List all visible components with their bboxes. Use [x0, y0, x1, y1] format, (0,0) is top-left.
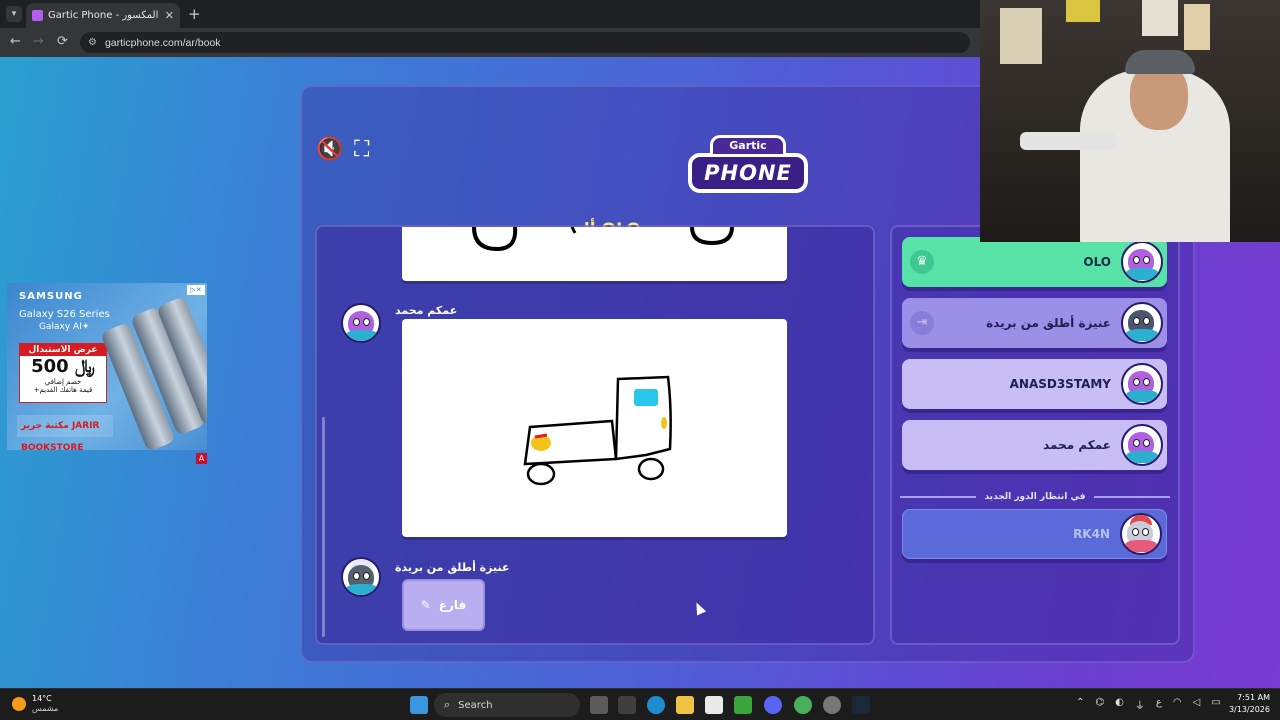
samsung-ad-banner[interactable]: ▷✕ SAMSUNG Galaxy S26 Series Galaxy AI✦ … — [7, 283, 207, 450]
ad-price: 500 ﷼ — [31, 356, 95, 377]
browser-tab-strip: ▾ Gartic Phone - الهاتف المكسور ✕ + — [0, 0, 980, 28]
tab-title: Gartic Phone - الهاتف المكسور — [48, 10, 160, 21]
player-avatar — [1121, 302, 1163, 344]
kick-player-icon[interactable]: ⇥ — [910, 311, 934, 335]
waiting-label: في انتظار الدور الجديد — [984, 492, 1086, 502]
truck-drawing-svg — [523, 375, 672, 486]
language-indicator[interactable]: ع — [1156, 697, 1162, 712]
address-bar-row: ← → ⟳ ⚙ garticphone.com/ar/book — [0, 28, 980, 57]
start-menu-icon[interactable] — [410, 696, 428, 714]
pencil-icon: ✎ — [420, 598, 431, 612]
clock-date: 3/13/2026 — [1228, 705, 1270, 714]
reload-button[interactable]: ⟳ — [57, 34, 68, 49]
empty-entry-author: عنيزة أطلق من بريدة — [395, 561, 510, 574]
steam-icon[interactable] — [852, 696, 870, 714]
network-icon[interactable]: ⌬ — [1095, 697, 1104, 712]
clock[interactable]: 7:51 AM 3/13/2026 — [1229, 692, 1270, 716]
player-name: عنيزة أطلق من بريدة — [986, 316, 1111, 330]
players-panel: ♛ OLO ⇥ عنيزة أطلق من بريدة ANASD3STAMY … — [890, 225, 1180, 645]
entry-author-name: عمكم محمد — [395, 304, 458, 317]
wifi-icon[interactable]: ◠ — [1173, 697, 1182, 712]
clock-time: 7:51 AM — [1237, 693, 1270, 702]
player-avatar — [1121, 241, 1163, 283]
speaker-icon[interactable]: ◁ — [1193, 697, 1201, 712]
player-avatar — [1121, 424, 1163, 466]
back-button[interactable]: ← — [10, 34, 21, 49]
ad-offer-box: عرض الاستبدال 500 ﷼ خصم إضافي +قيمة هاتف… — [19, 343, 107, 403]
logo-main-text: PHONE — [688, 153, 808, 193]
site-info-icon[interactable]: ⚙ — [88, 37, 97, 48]
mute-icon[interactable]: 🔇 — [316, 137, 343, 162]
tab-search-dropdown[interactable]: ▾ — [6, 6, 22, 22]
player-name: OLO — [1083, 255, 1111, 269]
empty-entry-card[interactable]: ✎ فارغ — [402, 579, 485, 631]
system-tray: ⌃ ⌬ ◐ ⏚ ع ◠ ◁ ▭ — [1076, 697, 1221, 712]
search-icon: ⌕ — [444, 698, 451, 711]
gartic-favicon-icon — [32, 10, 43, 21]
windows-taskbar: 14°C مشمس ⌕ Search ⌃ ⌬ ◐ ⏚ ع ◠ ◁ ▭ 7:51 … — [0, 688, 1280, 720]
empty-label: فارغ — [438, 598, 467, 612]
player-row-amkum-mohammed[interactable]: عمكم محمد — [902, 420, 1167, 470]
task-view-icon[interactable] — [590, 696, 608, 714]
store-icon[interactable] — [705, 696, 723, 714]
player-avatar — [341, 303, 381, 343]
battery-icon[interactable]: ▭ — [1211, 697, 1220, 712]
file-explorer-icon[interactable] — [676, 696, 694, 714]
ad-brand: SAMSUNG — [19, 291, 83, 302]
edge-icon[interactable] — [647, 696, 665, 714]
previous-drawing-svg — [472, 227, 734, 252]
album-scrollbar[interactable] — [322, 417, 325, 637]
ad-headline: Galaxy S26 Series — [19, 309, 110, 320]
logo-top-text: Gartic — [710, 135, 786, 157]
player-row-olo[interactable]: ♛ OLO — [902, 237, 1167, 287]
webcam-overlay — [980, 0, 1280, 242]
sun-icon — [12, 697, 26, 711]
player-name: عمكم محمد — [1043, 438, 1111, 452]
ad-price-note: خصم إضافي — [44, 378, 82, 386]
drawing-canvas — [402, 319, 787, 537]
album-panel[interactable]: عمكم محمد عنيزة أطلق من بريدة ✎ فارغ — [315, 225, 875, 645]
player-avatar — [1121, 363, 1163, 405]
browser-tab[interactable]: Gartic Phone - الهاتف المكسور ✕ — [26, 3, 180, 28]
player-name: ANASD3STAMY — [1009, 377, 1111, 391]
new-tab-button[interactable]: + — [188, 5, 201, 23]
fullscreen-icon[interactable]: ⛶ — [354, 137, 369, 162]
url-text: garticphone.com/ar/book — [104, 36, 221, 49]
player-avatar — [1120, 513, 1162, 555]
waiting-divider: في انتظار الدور الجديد — [900, 490, 1170, 504]
tab-close-icon[interactable]: ✕ — [165, 9, 174, 22]
player-name: RK4N — [1073, 527, 1110, 541]
host-crown-icon: ♛ — [910, 250, 934, 274]
chrome-icon[interactable] — [794, 696, 812, 714]
ad-subheadline: Galaxy AI✦ — [39, 322, 90, 332]
previous-drawing-canvas — [402, 227, 787, 281]
ad-phones-image — [100, 293, 207, 450]
obs-icon[interactable] — [823, 696, 841, 714]
chevron-up-icon[interactable]: ⌃ — [1076, 697, 1084, 712]
forward-button[interactable]: → — [33, 34, 44, 49]
discord-icon[interactable] — [764, 696, 782, 714]
player-avatar — [341, 557, 381, 597]
jarir-logo: مكتبة جرير JARIR BOOKSTORE — [17, 415, 113, 450]
search-label: Search — [458, 699, 493, 711]
url-bar[interactable]: ⚙ garticphone.com/ar/book — [80, 32, 970, 53]
ad-offer-title: عرض الاستبدال — [20, 344, 106, 356]
gartic-phone-logo: PHONE Gartic — [688, 135, 808, 205]
minecraft-icon[interactable] — [734, 696, 752, 714]
capcut-icon[interactable] — [618, 696, 636, 714]
player-row-anasd3stamy[interactable]: ANASD3STAMY — [902, 359, 1167, 409]
weather-widget[interactable]: 14°C مشمس — [12, 694, 58, 714]
microphone-icon[interactable]: ⏚ — [1135, 697, 1145, 712]
weather-temperature: 14°C — [32, 694, 52, 703]
ad-corner-badge: A — [196, 453, 207, 464]
taskbar-search[interactable]: ⌕ Search — [434, 693, 580, 717]
ad-offer-sub: +قيمة هاتفك القديم — [33, 386, 93, 394]
steam-tray-icon[interactable]: ◐ — [1115, 697, 1124, 712]
waiting-player-rk4n[interactable]: RK4N — [902, 509, 1167, 559]
weather-description: مشمس — [32, 704, 59, 713]
player-row-unaizah[interactable]: ⇥ عنيزة أطلق من بريدة — [902, 298, 1167, 348]
